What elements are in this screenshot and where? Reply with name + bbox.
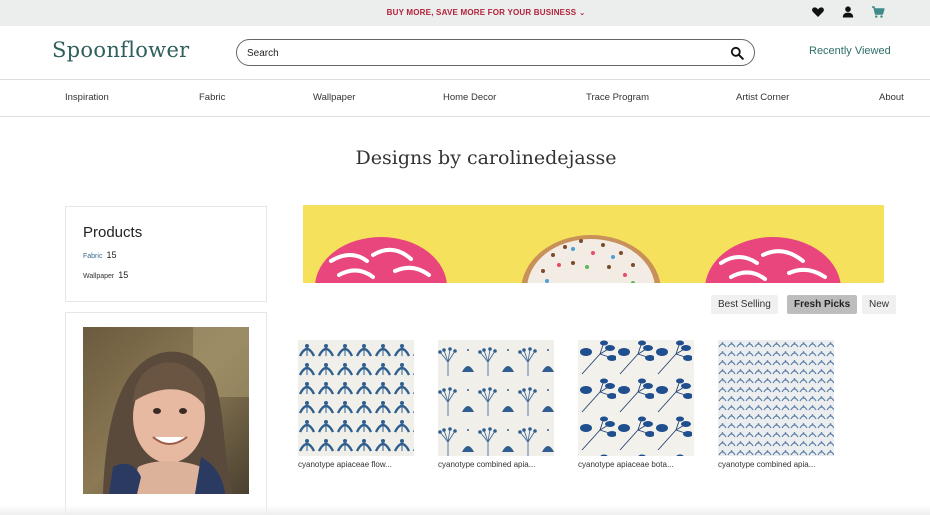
product-filter-fabric[interactable]: Fabric 15 [83, 250, 116, 260]
sort-fresh-picks[interactable]: Fresh Picks [787, 295, 858, 314]
design-title[interactable]: cyanotype apiaceae flow... [298, 460, 414, 469]
logo[interactable]: Spoonflower [52, 38, 190, 62]
design-thumbnail[interactable] [298, 340, 414, 456]
design-thumbnail[interactable] [578, 340, 694, 456]
nav-item-fabric[interactable]: Fabric [199, 92, 225, 103]
artist-profile-panel [65, 312, 267, 515]
design-card[interactable]: cyanotype combined apia... [438, 340, 554, 469]
promo-bar: BUY MORE, SAVE MORE FOR YOUR BUSINESS ⌄ [0, 0, 930, 26]
product-count: 15 [118, 270, 129, 280]
search-icon[interactable] [730, 46, 744, 60]
products-heading: Products [83, 224, 143, 241]
chevron-down-icon: ⌄ [579, 10, 586, 17]
design-title[interactable]: cyanotype apiaceae bota... [578, 460, 694, 469]
search-bar [236, 39, 755, 66]
nav-item-trace-program[interactable]: Trace Program [586, 92, 649, 103]
design-thumbnail[interactable] [718, 340, 834, 456]
page-title: Designs by carolinedejasse [355, 147, 617, 169]
design-thumbnail[interactable] [438, 340, 554, 456]
heart-icon[interactable] [811, 5, 825, 19]
avatar [83, 327, 249, 494]
design-card[interactable]: cyanotype apiaceae bota... [578, 340, 694, 469]
sort-new[interactable]: New [862, 295, 897, 314]
bottom-fade [0, 505, 930, 515]
product-count: 15 [106, 250, 117, 260]
nav-item-artist-corner[interactable]: Artist Corner [736, 92, 789, 103]
promo-link[interactable]: BUY MORE, SAVE MORE FOR YOUR BUSINESS ⌄ [0, 8, 930, 17]
nav-item-home-decor[interactable]: Home Decor [443, 92, 496, 103]
cart-icon[interactable] [871, 5, 885, 19]
products-panel: Products Fabric 15 Wallpaper 15 [65, 206, 267, 302]
user-icon[interactable] [841, 5, 855, 19]
product-label: Wallpaper [83, 273, 115, 280]
sort-best-selling[interactable]: Best Selling [711, 295, 778, 314]
product-label: Fabric [83, 253, 103, 260]
nav-item-wallpaper[interactable]: Wallpaper [313, 92, 355, 103]
nav-item-about[interactable]: About [879, 92, 904, 103]
design-card[interactable]: cyanotype combined apia... [718, 340, 834, 469]
main-nav: Inspiration Fabric Wallpaper Home Decor … [0, 80, 930, 117]
promo-text: BUY MORE, SAVE MORE FOR YOUR BUSINESS [386, 8, 577, 17]
design-title[interactable]: cyanotype combined apia... [718, 460, 834, 469]
product-filter-wallpaper[interactable]: Wallpaper 15 [83, 270, 128, 280]
recently-viewed-link[interactable]: Recently Viewed [809, 45, 891, 57]
design-title[interactable]: cyanotype combined apia... [438, 460, 554, 469]
site-header: Spoonflower Recently Viewed [0, 26, 930, 80]
search-input[interactable] [247, 45, 717, 61]
nav-item-inspiration[interactable]: Inspiration [65, 92, 109, 103]
shop-banner [303, 205, 884, 283]
design-card[interactable]: cyanotype apiaceae flow... [298, 340, 414, 469]
